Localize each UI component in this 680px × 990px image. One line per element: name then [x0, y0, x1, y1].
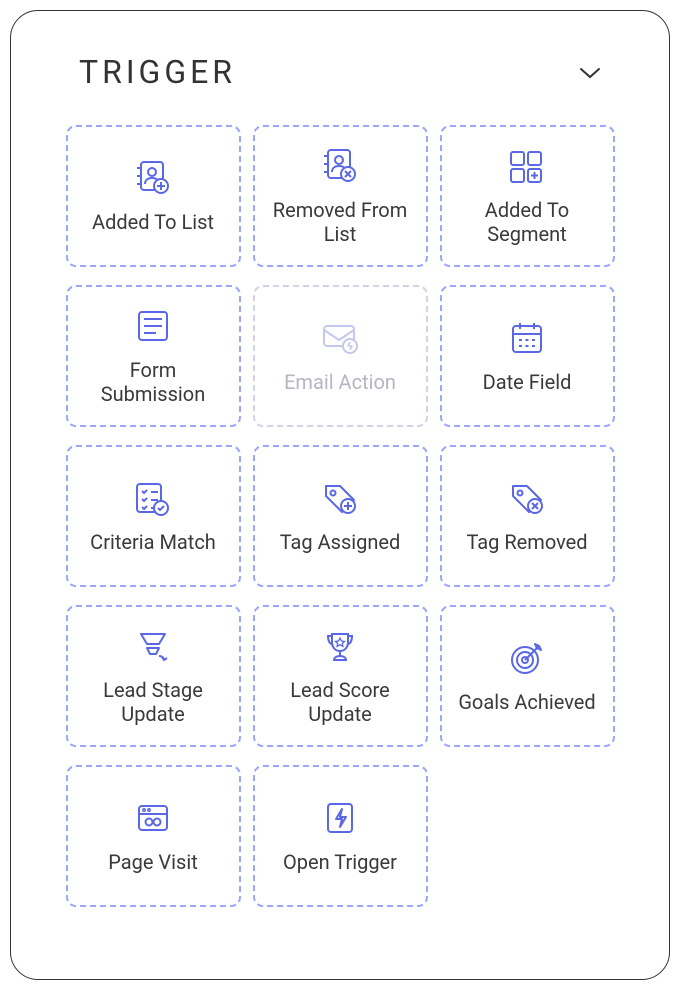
- card-label: Form Submission: [78, 358, 229, 406]
- card-label: Date Field: [483, 370, 572, 394]
- panel-title: TRIGGER: [79, 53, 236, 91]
- chevron-down-icon[interactable]: [579, 65, 601, 79]
- criteria-icon: [130, 478, 176, 518]
- segment-add-icon: [504, 146, 550, 186]
- trigger-card-calendar[interactable]: Date Field: [440, 285, 615, 427]
- trigger-panel: TRIGGER Added To ListRemoved From ListAd…: [10, 10, 670, 980]
- bolt-icon: [317, 798, 363, 838]
- tag-remove-icon: [504, 478, 550, 518]
- trigger-card-email-action: Email Action: [253, 285, 428, 427]
- trigger-card-tag-remove[interactable]: Tag Removed: [440, 445, 615, 587]
- panel-header: TRIGGER: [51, 53, 629, 91]
- user-add-icon: [130, 158, 176, 198]
- trigger-card-user-add[interactable]: Added To List: [66, 125, 241, 267]
- card-label: Added To Segment: [452, 198, 603, 246]
- card-label: Tag Assigned: [280, 530, 401, 554]
- trigger-grid: Added To List Removed From List Added To S…: [51, 125, 629, 907]
- trigger-card-form[interactable]: Form Submission: [66, 285, 241, 427]
- card-label: Page Visit: [108, 850, 198, 874]
- card-label: Lead Score Update: [265, 678, 416, 726]
- funnel-icon: [130, 626, 176, 666]
- card-label: Removed From List: [265, 198, 416, 246]
- form-icon: [130, 306, 176, 346]
- trigger-card-user-remove[interactable]: Removed From List: [253, 125, 428, 267]
- trigger-card-tag-add[interactable]: Tag Assigned: [253, 445, 428, 587]
- trophy-icon: [317, 626, 363, 666]
- trigger-card-bolt[interactable]: Open Trigger: [253, 765, 428, 907]
- trigger-card-browser[interactable]: Page Visit: [66, 765, 241, 907]
- card-label: Tag Removed: [466, 530, 587, 554]
- tag-add-icon: [317, 478, 363, 518]
- trigger-card-target[interactable]: Goals Achieved: [440, 605, 615, 747]
- card-label: Goals Achieved: [458, 690, 595, 714]
- browser-icon: [130, 798, 176, 838]
- card-label: Lead Stage Update: [78, 678, 229, 726]
- calendar-icon: [504, 318, 550, 358]
- email-action-icon: [317, 318, 363, 358]
- trigger-card-criteria[interactable]: Criteria Match: [66, 445, 241, 587]
- card-label: Added To List: [92, 210, 214, 234]
- card-label: Open Trigger: [283, 850, 397, 874]
- trigger-card-trophy[interactable]: Lead Score Update: [253, 605, 428, 747]
- card-label: Email Action: [284, 370, 396, 394]
- user-remove-icon: [317, 146, 363, 186]
- trigger-card-segment-add[interactable]: Added To Segment: [440, 125, 615, 267]
- trigger-card-funnel[interactable]: Lead Stage Update: [66, 605, 241, 747]
- card-label: Criteria Match: [90, 530, 216, 554]
- target-icon: [504, 638, 550, 678]
